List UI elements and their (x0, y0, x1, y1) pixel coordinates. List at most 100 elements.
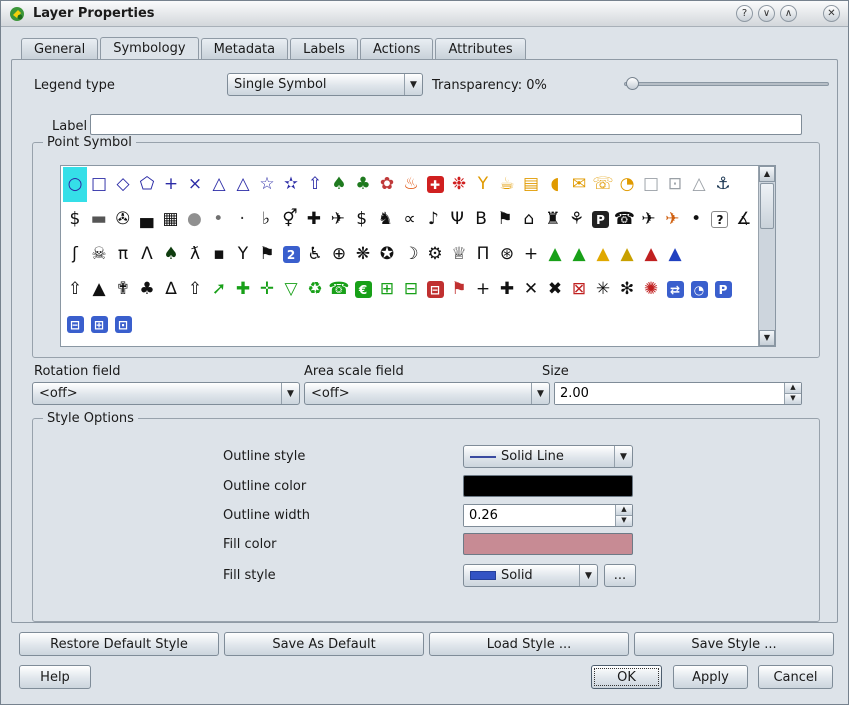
tab-symbology[interactable]: Symbology (100, 37, 198, 59)
symbol-tree[interactable]: ♣ (351, 167, 375, 202)
titlebar-unshade-button[interactable]: ∧ (780, 5, 797, 22)
symbol-green-arrow-circle[interactable]: ➚ (207, 272, 231, 307)
symbol-museum[interactable]: Π (471, 237, 495, 272)
symbol-church-cross[interactable]: ✟ (111, 272, 135, 307)
fill-style-more-button[interactable]: ... (604, 564, 636, 587)
symbol-blue-train[interactable]: ⊞ (87, 307, 111, 342)
symbol-compass[interactable]: ⊛ (495, 237, 519, 272)
symbol-square-light[interactable]: □ (639, 167, 663, 202)
label-input[interactable] (90, 114, 802, 135)
symbol-clock[interactable]: ◔ (615, 167, 639, 202)
symbol-blue-bus[interactable]: ⊟ (63, 307, 87, 342)
symbol-church[interactable]: ♜ (541, 202, 565, 237)
symbol-green-phone[interactable]: ☎ (327, 272, 351, 307)
restore-default-style-button[interactable]: Restore Default Style (19, 632, 219, 656)
symbol-square-small[interactable]: ▪ (207, 237, 231, 272)
slider-handle[interactable] (626, 77, 639, 90)
tab-general[interactable]: General (21, 38, 98, 59)
tab-actions[interactable]: Actions (360, 38, 434, 59)
outline-color-swatch[interactable] (463, 475, 633, 497)
symbol-dollar2[interactable]: $ (350, 202, 374, 237)
symbol-star[interactable]: ✫ (279, 167, 303, 202)
symbol-glass[interactable]: Y (231, 237, 255, 272)
symbol-house[interactable]: ⌂ (517, 202, 541, 237)
symbol-green-money[interactable]: € (351, 272, 375, 307)
apply-button[interactable]: Apply (673, 665, 748, 689)
symbol-green-shield[interactable]: ▽ (279, 272, 303, 307)
help-button[interactable]: Help (19, 665, 91, 689)
symbol-green-recycle[interactable]: ♻ (303, 272, 327, 307)
symbol-moon[interactable]: ☽ (399, 237, 423, 272)
symbol-pedestrian[interactable]: ƛ (183, 237, 207, 272)
fill-style-combobox[interactable]: Solid ▼ (463, 564, 598, 587)
symbol-arrow-up-yellow2[interactable]: ▲ (615, 237, 639, 272)
symbol-arrow-up-blue[interactable]: ▲ (663, 237, 687, 272)
symbol-red-train[interactable]: ⊟ (423, 272, 447, 307)
symbol-mail[interactable]: ✉ (567, 167, 591, 202)
symbol-arrow-up-outline[interactable]: ⇧ (303, 167, 327, 202)
symbol-car[interactable]: ▄ (135, 202, 159, 237)
scrollbar-thumb[interactable] (760, 183, 774, 229)
symbol-pine-dark[interactable]: ♠ (159, 237, 183, 272)
outline-style-combobox[interactable]: Solid Line ▼ (463, 445, 633, 468)
outline-width-spinbox[interactable]: ▲ ▼ (463, 504, 633, 527)
symbol-asterisk2[interactable]: ✻ (615, 272, 639, 307)
symbol-dollar[interactable]: $ (63, 202, 87, 237)
symbol-red-blossom[interactable]: ❉ (447, 167, 471, 202)
scroll-down-icon[interactable]: ▼ (759, 330, 775, 346)
symbol-green-cross[interactable]: ✚ (231, 272, 255, 307)
symbol-first-aid[interactable]: ✚ (423, 167, 447, 202)
symbol-wheel[interactable]: ❋ (351, 237, 375, 272)
symbol-horn[interactable]: ◖ (543, 167, 567, 202)
spin-down-icon[interactable]: ▼ (785, 394, 801, 404)
symbol-plus-bold2[interactable]: ✚ (495, 272, 519, 307)
symbol-phone-yellow[interactable]: ☏ (591, 167, 615, 202)
spin-down-icon[interactable]: ▼ (616, 516, 632, 526)
symbol-plus-small[interactable]: + (471, 272, 495, 307)
symbol-building[interactable]: ▦ (159, 202, 183, 237)
symbol-arrow-shield[interactable]: ⇧ (183, 272, 207, 307)
symbol-small-dot[interactable]: • (684, 202, 708, 237)
symbol-sign-2[interactable]: 2 (279, 237, 303, 272)
symbol-golf[interactable]: ⚑ (493, 202, 517, 237)
symbol-water-skier[interactable]: ʃ (63, 237, 87, 272)
scroll-up-icon[interactable]: ▲ (759, 166, 775, 182)
symbol-ski-lift[interactable]: ∡ (732, 202, 756, 237)
symbol-asterisk-red[interactable]: ✺ (639, 272, 663, 307)
ok-button[interactable]: OK (591, 665, 662, 689)
tab-labels[interactable]: Labels (290, 38, 358, 59)
fill-color-swatch[interactable] (463, 533, 633, 555)
titlebar-help-button[interactable]: ? (736, 5, 753, 22)
symbol-arrow-up-red[interactable]: ▲ (639, 237, 663, 272)
symbol-monument[interactable]: ∆ (159, 272, 183, 307)
symbol-fountain[interactable]: ⚘ (565, 202, 589, 237)
titlebar-close-button[interactable]: ✕ (823, 5, 840, 22)
symbol-blue-parking[interactable]: P (711, 272, 735, 307)
symbol-green-cross-outline[interactable]: ✛ (255, 272, 279, 307)
outline-width-input[interactable] (464, 505, 615, 526)
symbol-screen[interactable]: ▤ (519, 167, 543, 202)
area-scale-field-combobox[interactable]: <off> ▼ (304, 382, 550, 405)
symbol-blue-arrows[interactable]: ⇄ (663, 272, 687, 307)
symbol-cocktail[interactable]: Y (471, 167, 495, 202)
spin-up-icon[interactable]: ▲ (785, 383, 801, 394)
cancel-button[interactable]: Cancel (758, 665, 833, 689)
symbol-pentagon[interactable]: ⬠ (135, 167, 159, 202)
symbol-restroom[interactable]: ♿ (303, 237, 327, 272)
symbol-animal[interactable]: ♞ (374, 202, 398, 237)
symbol-x-thin[interactable]: ✕ (519, 272, 543, 307)
symbol-flower[interactable]: ✿ (375, 167, 399, 202)
titlebar-shade-button[interactable]: ∨ (758, 5, 775, 22)
legend-type-combobox[interactable]: Single Symbol ▼ (227, 73, 423, 96)
symbol-diamond[interactable]: ◇ (111, 167, 135, 202)
size-spinbox[interactable]: ▲ ▼ (554, 382, 802, 405)
symbol-circle-small[interactable]: • (206, 202, 230, 237)
spin-up-icon[interactable]: ▲ (616, 505, 632, 516)
symbol-cross[interactable]: × (183, 167, 207, 202)
symbol-x-bold[interactable]: ✖ (543, 272, 567, 307)
symbol-asterisk[interactable]: ✳ (591, 272, 615, 307)
symbol-triangle[interactable]: △ (207, 167, 231, 202)
symbol-gear[interactable]: ⚙ (423, 237, 447, 272)
load-style-button[interactable]: Load Style ... (429, 632, 629, 656)
symbol-circle-gray[interactable]: ● (182, 202, 206, 237)
